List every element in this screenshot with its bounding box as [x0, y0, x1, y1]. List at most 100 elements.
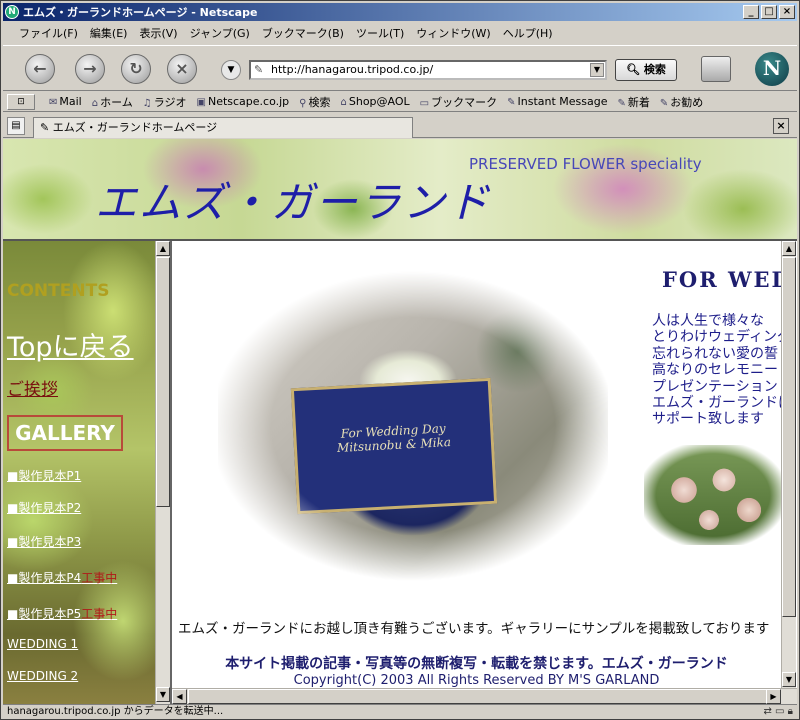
- status-text: hanagarou.tripod.co.jp からデータを転送中...: [7, 706, 224, 717]
- tab-bar: ▤ ✎ エムズ・ガーランドホームページ ×: [3, 114, 797, 138]
- title-bar: N エムズ・ガーランドホームページ - Netscape _ □ ×: [3, 3, 797, 21]
- url-dropdown-icon[interactable]: ▼: [590, 63, 604, 77]
- search-button[interactable]: 🔍︎ 検索: [615, 59, 677, 81]
- sample-p2-link[interactable]: ■製作見本P2: [7, 499, 81, 516]
- welcome-board: For Wedding Day Mitsunobu & Mika: [290, 377, 498, 515]
- scroll-down-icon[interactable]: ▼: [156, 687, 170, 702]
- my-icon: ▣: [196, 97, 206, 108]
- minimize-button[interactable]: _: [743, 5, 759, 19]
- print-icon[interactable]: [701, 56, 731, 82]
- ptb-im[interactable]: ✎ Instant Message: [507, 95, 607, 108]
- tab-home[interactable]: ✎ エムズ・ガーランドホームページ: [33, 117, 413, 138]
- page-content: PRESERVED FLOWER speciality エムズ・ガーランド CO…: [3, 139, 797, 704]
- netscape-app-icon: N: [5, 5, 19, 19]
- page-icon: ✎: [40, 121, 53, 134]
- under-construction-label: 工事中: [81, 571, 118, 585]
- main-vertical-scrollbar[interactable]: ▲ ▼: [781, 241, 796, 688]
- header-banner: PRESERVED FLOWER speciality エムズ・ガーランド: [3, 139, 797, 239]
- rose-bouquet-photo: [644, 445, 781, 545]
- ptb-recommend[interactable]: ✎ お勧め: [660, 94, 703, 110]
- main-frame: For Wedding Day Mitsunobu & Mika FOR WED…: [172, 241, 781, 688]
- link-icon: ✎: [507, 97, 516, 108]
- mail-icon: ✉: [49, 97, 58, 108]
- toolbar-grip-icon[interactable]: ⊡: [7, 93, 35, 110]
- close-tab-button[interactable]: ×: [773, 118, 789, 134]
- url-text: http://hanagarou.tripod.co.jp/: [271, 63, 434, 76]
- menu-view[interactable]: 表示(V): [139, 25, 177, 41]
- back-button[interactable]: ←: [25, 54, 55, 84]
- link-icon: ✎: [659, 97, 669, 109]
- shop-icon: ⌂: [340, 97, 347, 108]
- ptb-netscape[interactable]: ▣ Netscape.co.jp: [197, 95, 290, 108]
- magnifier-icon: 🔍︎: [626, 63, 641, 76]
- menu-file[interactable]: ファイル(F): [19, 25, 78, 41]
- forward-button[interactable]: →: [75, 54, 105, 84]
- under-construction-label: 工事中: [81, 607, 118, 621]
- window-title: エムズ・ガーランドホームページ - Netscape: [23, 6, 258, 19]
- scroll-up-icon[interactable]: ▲: [782, 241, 796, 256]
- stop-button[interactable]: ×: [167, 54, 197, 84]
- page-icon: ✎: [254, 63, 264, 76]
- search-button-label: 検索: [643, 63, 666, 76]
- menu-bar: ファイル(F) 編集(E) 表示(V) ジャンプ(G) ブックマーク(B) ツー…: [3, 23, 797, 43]
- main-horizontal-scrollbar[interactable]: ◀ ▶: [172, 688, 797, 704]
- browser-window: N エムズ・ガーランドホームページ - Netscape _ □ × ファイル(…: [0, 0, 800, 720]
- scroll-thumb[interactable]: [782, 257, 796, 617]
- netscape-logo-icon[interactable]: N: [755, 52, 789, 86]
- wedding-1-link[interactable]: WEDDING 1: [7, 637, 78, 651]
- wedding-heading: FOR WEDDING: [662, 267, 781, 292]
- scroll-left-icon[interactable]: ◀: [172, 689, 187, 704]
- folder-icon: ▭: [419, 97, 430, 109]
- home-icon: ⌂: [91, 97, 99, 109]
- top-link[interactable]: Topに戻る: [7, 325, 134, 364]
- scroll-down-icon[interactable]: ▼: [782, 672, 796, 687]
- gallery-heading: GALLERY: [7, 415, 123, 451]
- scroll-up-icon[interactable]: ▲: [156, 241, 170, 256]
- sample-p3-link[interactable]: ■製作見本P3: [7, 533, 81, 550]
- copy-notice: 本サイト掲載の記事・写真等の無断複写・転載を禁じます。エムズ・ガーランド: [225, 656, 728, 672]
- security-lock-icon[interactable]: ⇄ ▭ 🔒︎: [763, 705, 793, 719]
- menu-tools[interactable]: ツール(T): [356, 25, 404, 41]
- close-window-button[interactable]: ×: [779, 5, 795, 19]
- welcome-message: エムズ・ガーランドにお越し頂き有難うございます。ギャラリーにサンプルを掲載致して…: [178, 621, 770, 637]
- menu-help[interactable]: ヘルプ(H): [503, 25, 553, 41]
- site-title: エムズ・ガーランド: [95, 178, 492, 227]
- status-bar: hanagarou.tripod.co.jp からデータを転送中... ⇄ ▭ …: [3, 704, 797, 719]
- maximize-button[interactable]: □: [761, 5, 777, 19]
- history-dropdown-icon[interactable]: ▼: [221, 60, 241, 80]
- ptb-mail[interactable]: ✉ Mail: [49, 95, 82, 108]
- wedding-description: 人は人生で様々な とりわけウェディング 忘れられない愛の誓 高なりのセレモニー …: [652, 313, 781, 428]
- menu-go[interactable]: ジャンプ(G): [190, 25, 250, 41]
- menu-bookmarks[interactable]: ブックマーク(B): [262, 25, 344, 41]
- copyright-text: Copyright(C) 2003 All Rights Reserved BY…: [293, 673, 660, 688]
- reload-button[interactable]: ↻: [121, 54, 151, 84]
- navigation-toolbar: ← → ↻ × ▼ ✎ http://hanagarou.tripod.co.j…: [3, 45, 797, 91]
- ptb-bookmarks[interactable]: ▭ ブックマーク: [420, 94, 497, 110]
- ptb-home[interactable]: ⌂ ホーム: [92, 94, 133, 110]
- search-icon: ⚲: [299, 97, 307, 109]
- sidebar-frame: CONTENTS Topに戻る ご挨拶 GALLERY ■製作見本P1 ■製作見…: [3, 241, 155, 704]
- scroll-thumb[interactable]: [156, 257, 170, 507]
- sidebar-toggle-icon[interactable]: ▤: [7, 117, 25, 135]
- link-icon: ✎: [617, 97, 626, 109]
- sidebar-scrollbar[interactable]: ▲ ▼: [155, 241, 170, 704]
- sample-p4-link[interactable]: ■製作見本P4工事中: [7, 569, 117, 586]
- sample-p1-link[interactable]: ■製作見本P1: [7, 467, 81, 484]
- greeting-link[interactable]: ご挨拶: [7, 375, 58, 400]
- ptb-radio[interactable]: ♫ ラジオ: [143, 94, 187, 110]
- banner-subtitle: PRESERVED FLOWER speciality: [469, 155, 702, 173]
- welcome-board-photo: For Wedding Day Mitsunobu & Mika: [218, 271, 608, 581]
- contents-heading: CONTENTS: [7, 281, 110, 301]
- sample-p5-link[interactable]: ■製作見本P5工事中: [7, 605, 117, 622]
- personal-toolbar: ⊡ ✉ Mail ⌂ ホーム ♫ ラジオ ▣ Netscape.co.jp ⚲ 検索 ⌂ S…: [3, 92, 797, 112]
- url-field[interactable]: ✎ http://hanagarou.tripod.co.jp/ ▼: [249, 60, 607, 80]
- menu-window[interactable]: ウィンドウ(W): [416, 25, 490, 41]
- ptb-shop[interactable]: ⌂ Shop@AOL: [341, 95, 410, 108]
- wedding-2-link[interactable]: WEDDING 2: [7, 669, 78, 683]
- headphones-icon: ♫: [142, 97, 152, 109]
- scroll-right-icon[interactable]: ▶: [766, 689, 781, 704]
- scroll-thumb[interactable]: [188, 689, 768, 704]
- ptb-search[interactable]: ⚲ 検索: [299, 94, 330, 110]
- menu-edit[interactable]: 編集(E): [90, 25, 128, 41]
- ptb-new[interactable]: ✎ 新着: [618, 94, 650, 110]
